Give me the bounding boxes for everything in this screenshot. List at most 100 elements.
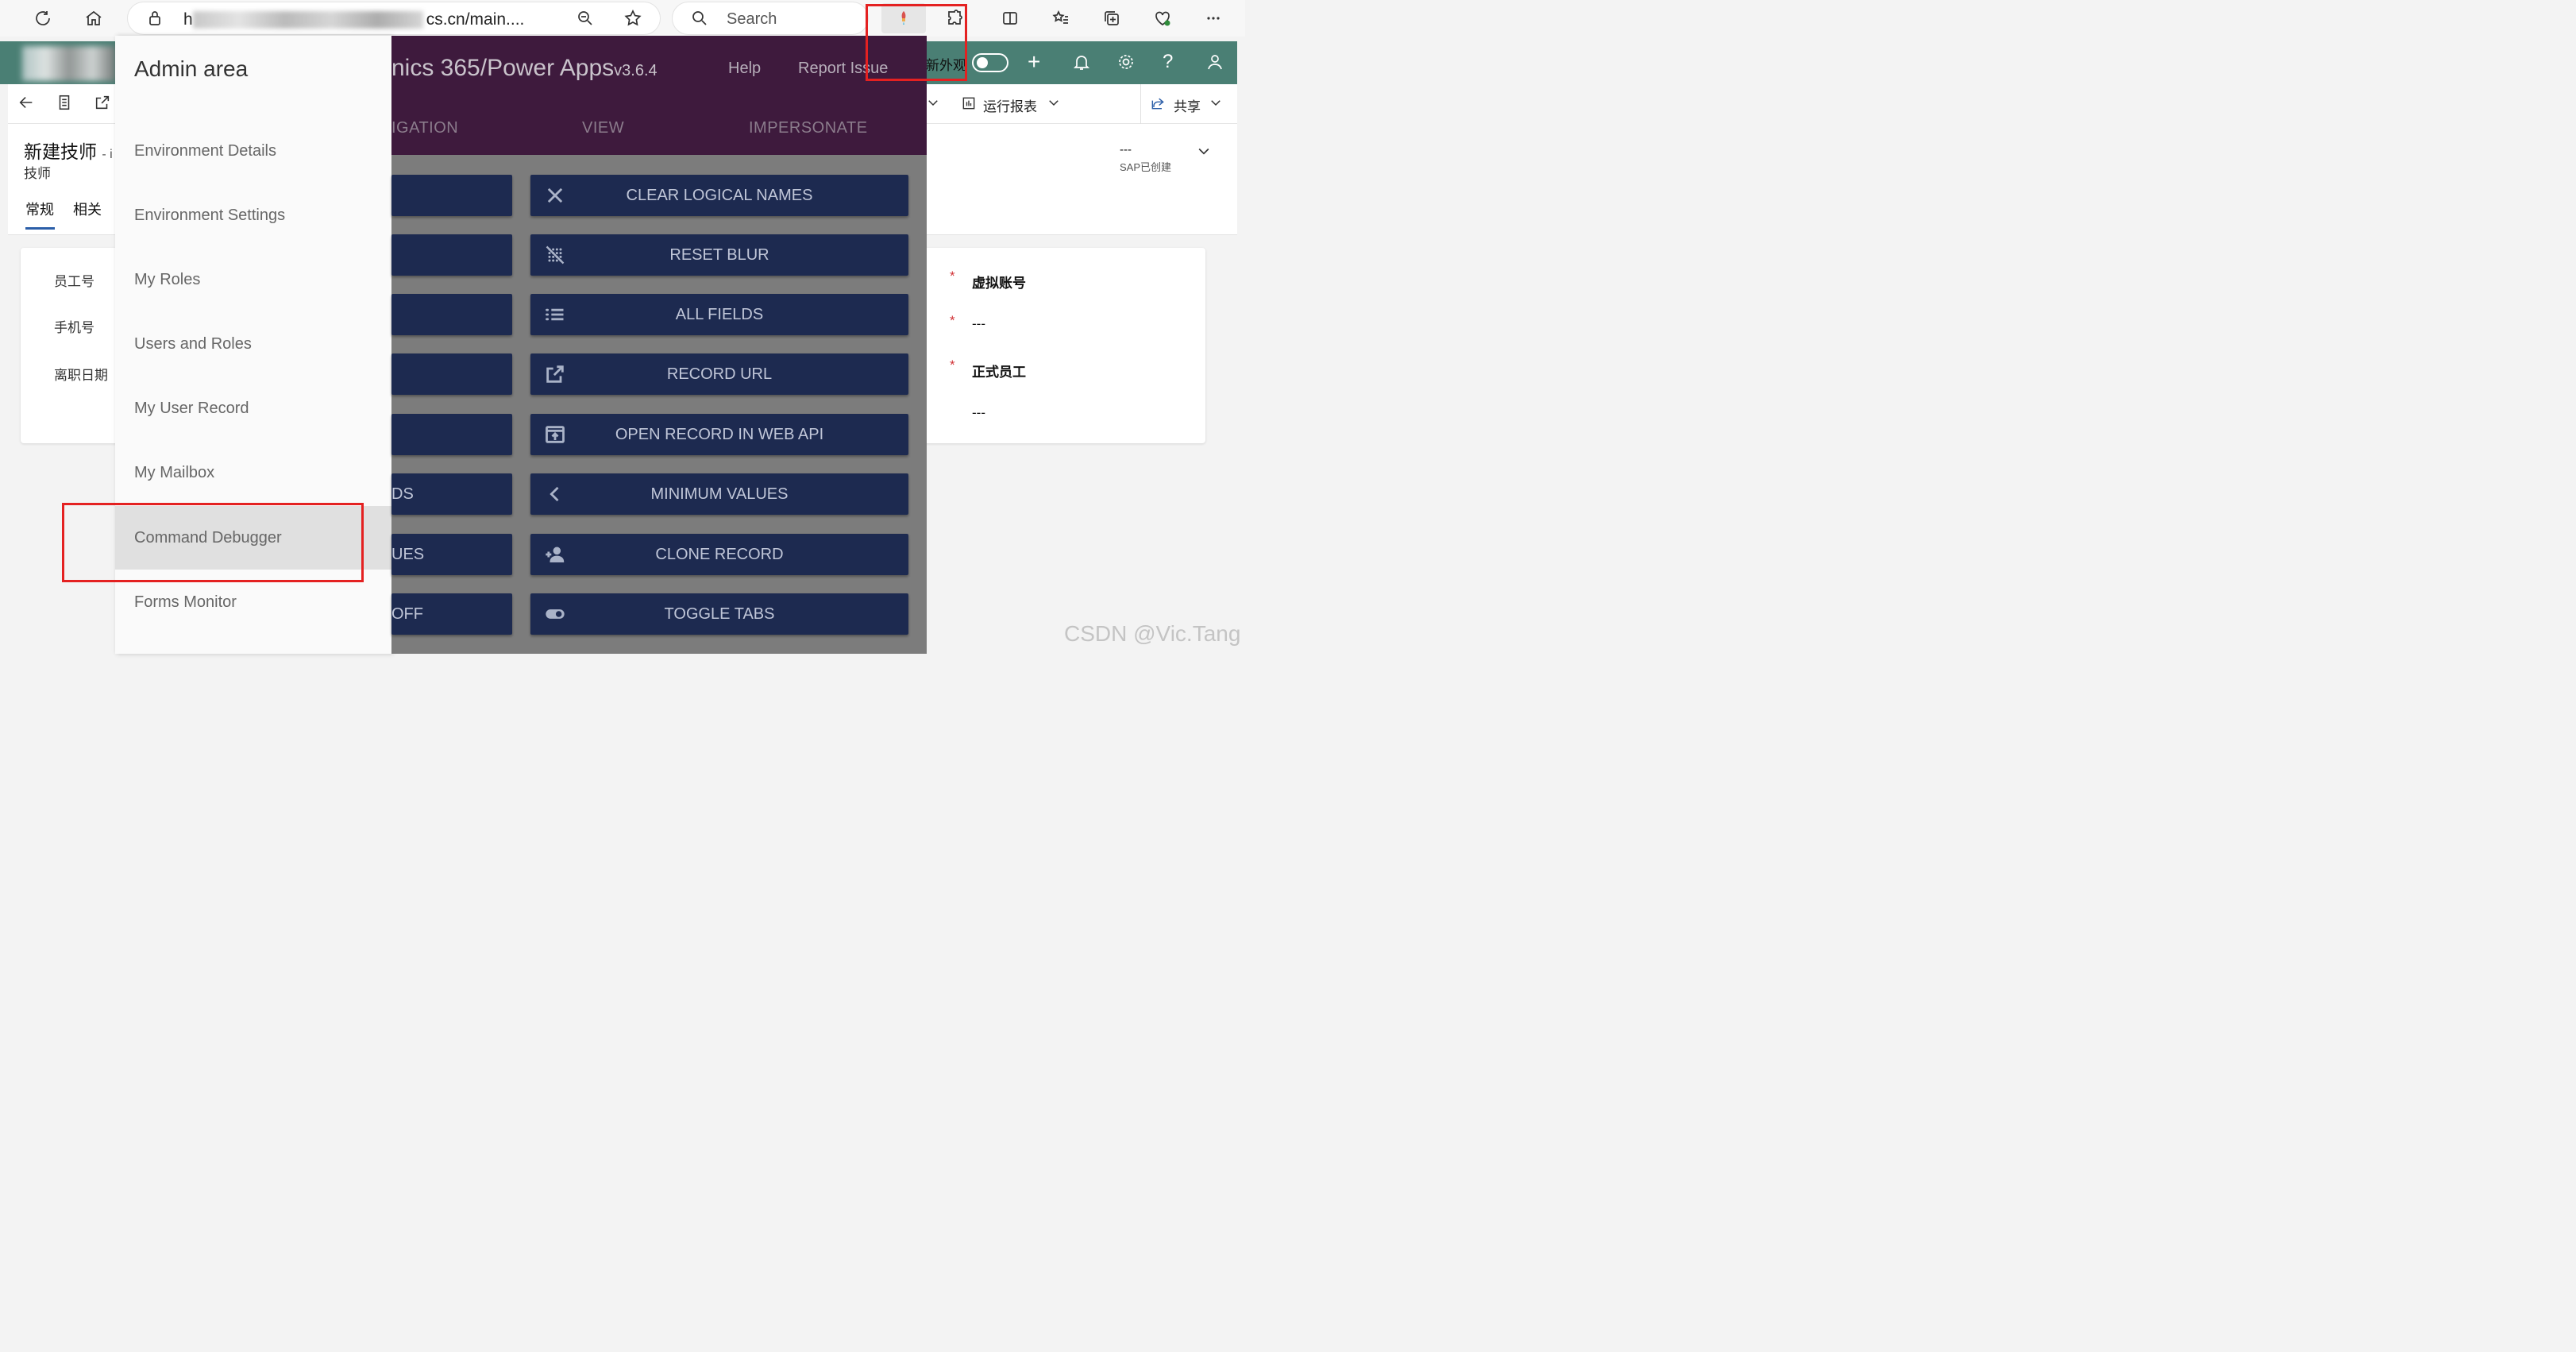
button-label: CLONE RECORD xyxy=(655,545,784,563)
button-label: OPEN RECORD IN WEB API xyxy=(615,425,824,443)
collections-button[interactable] xyxy=(1096,3,1128,33)
address-bar[interactable]: h cs.cn/main.... xyxy=(127,2,661,35)
clear-logical-names-button[interactable]: CLEAR LOGICAL NAMES xyxy=(530,175,908,216)
required-marker: * xyxy=(950,357,955,373)
menu-item-my-user-record[interactable]: My User Record xyxy=(115,377,391,440)
back-icon[interactable] xyxy=(17,94,35,115)
record-url-button[interactable]: RECORD URL xyxy=(530,353,908,395)
help-icon[interactable]: ? xyxy=(1163,51,1173,73)
field-label: 离职日期 xyxy=(54,368,108,383)
field-value[interactable]: --- xyxy=(972,316,985,332)
split-screen-button[interactable] xyxy=(994,3,1026,33)
tab-general[interactable]: 常规 xyxy=(25,199,54,219)
levelup-panel: nics 365/Power Appsv3.6.4 Help Report Is… xyxy=(391,36,927,654)
split-screen-icon xyxy=(1003,12,1017,25)
form-icon[interactable] xyxy=(56,94,73,115)
refresh-button[interactable] xyxy=(27,3,59,33)
star-icon xyxy=(624,10,642,26)
search-placeholder: Search xyxy=(727,10,777,28)
watermark: CSDN @Vic.Tang xyxy=(1064,621,1241,646)
levelup-button[interactable]: DS xyxy=(391,473,512,515)
favorites-button[interactable] xyxy=(1045,3,1077,33)
tab-impersonate[interactable]: IMPERSONATE xyxy=(749,119,868,137)
menu-item-users-and-roles[interactable]: Users and Roles xyxy=(115,312,391,376)
zoom-button[interactable] xyxy=(569,3,601,33)
chevron-down-icon[interactable] xyxy=(1047,95,1061,114)
levelup-button[interactable]: UES xyxy=(391,534,512,575)
tab-navigation[interactable]: IGATION xyxy=(391,119,458,137)
highlight-box-command-debugger xyxy=(62,503,364,582)
levelup-button[interactable] xyxy=(391,294,512,335)
person-add-icon xyxy=(542,543,569,566)
share-button[interactable]: 共享 xyxy=(1174,95,1201,115)
run-report-button[interactable]: 运行报表 xyxy=(983,95,1037,115)
highlight-box-extension xyxy=(866,4,967,81)
app-logo xyxy=(22,46,116,81)
button-label: TOGGLE TABS xyxy=(664,605,775,623)
field-label: 虚拟账号 xyxy=(972,276,1026,291)
record-subtitle: 技师 xyxy=(24,166,51,181)
field-label: 手机号 xyxy=(54,320,94,335)
blur-off-icon xyxy=(542,244,569,266)
collections-icon xyxy=(1105,11,1119,25)
heart-check-icon xyxy=(1155,11,1170,26)
form-section-right: * 虚拟账号 * --- * 正式员工 --- xyxy=(921,248,1205,443)
menu-item-my-mailbox[interactable]: My Mailbox xyxy=(115,441,391,504)
open-in-new-icon xyxy=(542,363,569,385)
clone-record-button[interactable]: CLONE RECORD xyxy=(530,534,908,575)
version-label: v3.6.4 xyxy=(614,62,657,79)
button-label: MINIMUM VALUES xyxy=(650,485,789,503)
toggle-tabs-button[interactable]: TOGGLE TABS xyxy=(530,593,908,635)
levelup-button[interactable]: OFF xyxy=(391,593,512,635)
required-marker: * xyxy=(950,268,955,284)
url-suffix: cs.cn/main.... xyxy=(426,10,525,29)
bell-icon[interactable] xyxy=(1072,52,1091,75)
button-label: CLEAR LOGICAL NAMES xyxy=(626,186,813,204)
popout-icon[interactable] xyxy=(94,94,111,115)
chevron-down-icon[interactable] xyxy=(1209,95,1223,114)
help-link[interactable]: Help xyxy=(728,60,761,78)
lock-icon xyxy=(139,3,171,33)
user-icon[interactable] xyxy=(1205,52,1224,75)
tab-view[interactable]: VIEW xyxy=(582,119,624,137)
menu-item-my-roles[interactable]: My Roles xyxy=(115,248,391,311)
search-input[interactable]: Search xyxy=(672,2,869,35)
list-icon xyxy=(542,303,569,326)
home-icon xyxy=(86,10,102,25)
plus-icon[interactable]: + xyxy=(1028,51,1040,73)
chevron-down-icon[interactable] xyxy=(1196,143,1212,163)
home-button[interactable] xyxy=(78,3,110,33)
share-icon xyxy=(1150,95,1166,115)
button-label: RECORD URL xyxy=(666,365,773,383)
field-value[interactable]: --- xyxy=(972,405,985,421)
zoom-out-icon xyxy=(578,11,592,25)
button-label: ALL FIELDS xyxy=(675,305,764,323)
levelup-button[interactable] xyxy=(391,175,512,216)
open-record-in-web-api-button[interactable]: OPEN RECORD IN WEB API xyxy=(530,414,908,455)
tab-underline xyxy=(25,227,55,230)
tab-related[interactable]: 相关 xyxy=(73,199,102,219)
more-menu-button[interactable] xyxy=(1197,3,1229,33)
menu-item-environment-settings[interactable]: Environment Settings xyxy=(115,183,391,247)
levelup-header: nics 365/Power Appsv3.6.4 Help Report Is… xyxy=(391,36,927,155)
field-label: 员工号 xyxy=(54,274,94,289)
new-appearance-toggle[interactable] xyxy=(972,53,1008,72)
levelup-button[interactable] xyxy=(391,353,512,395)
favorite-button[interactable] xyxy=(617,3,649,33)
chevron-left-icon xyxy=(542,483,569,505)
admin-area-title: Admin area xyxy=(134,56,249,81)
reset-blur-button[interactable]: RESET BLUR xyxy=(530,234,908,276)
levelup-button[interactable] xyxy=(391,414,512,455)
menu-item-environment-details[interactable]: Environment Details xyxy=(115,119,391,183)
gear-icon[interactable] xyxy=(1116,52,1136,75)
toggle-icon xyxy=(542,603,569,625)
all-fields-button[interactable]: ALL FIELDS xyxy=(530,294,908,335)
minimum-values-button[interactable]: MINIMUM VALUES xyxy=(530,473,908,515)
levelup-button[interactable] xyxy=(391,234,512,276)
field-label: 正式员工 xyxy=(972,365,1026,380)
levelup-title: nics 365/Power Appsv3.6.4 xyxy=(391,55,657,81)
open-in-browser-icon xyxy=(542,423,569,446)
health-button[interactable] xyxy=(1147,3,1178,33)
chevron-down-icon[interactable] xyxy=(926,95,940,114)
url-text: h cs.cn/main.... xyxy=(183,10,525,29)
